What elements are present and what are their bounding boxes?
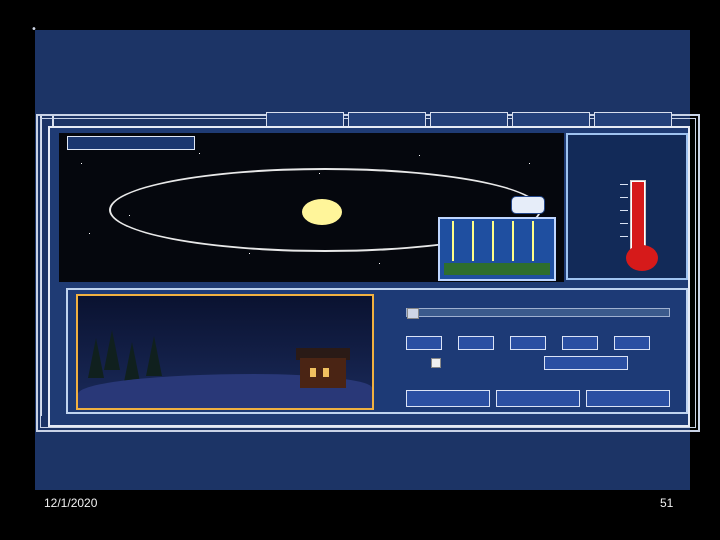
tab-2[interactable]	[348, 112, 426, 126]
star	[419, 155, 420, 156]
tree-icon	[104, 330, 120, 370]
tab-3[interactable]	[430, 112, 508, 126]
option-checkbox[interactable]	[431, 358, 441, 368]
star	[319, 173, 320, 174]
sunlight-label	[444, 263, 550, 275]
season-label	[67, 136, 195, 150]
scale-tick	[620, 210, 628, 211]
scale-tick	[620, 197, 628, 198]
sunray	[492, 221, 494, 261]
star	[89, 233, 90, 234]
scale-tick	[620, 223, 628, 224]
winter-scene	[76, 294, 374, 410]
control-panel	[66, 288, 688, 414]
scale-tick	[620, 236, 628, 237]
tab-bar	[266, 112, 672, 126]
tree-icon	[124, 342, 140, 382]
month-button-1[interactable]	[406, 336, 442, 350]
star	[129, 215, 130, 216]
tab-4[interactable]	[512, 112, 590, 126]
tree-icon	[146, 336, 162, 376]
thermometer-bulb	[626, 245, 658, 271]
star	[199, 153, 200, 154]
tab-5[interactable]	[594, 112, 672, 126]
month-button-3[interactable]	[510, 336, 546, 350]
sun-icon	[302, 199, 342, 225]
answer-button-2[interactable]	[496, 390, 580, 407]
star	[81, 163, 82, 164]
action-button[interactable]	[544, 356, 628, 370]
star	[379, 263, 380, 264]
scale-tick	[620, 184, 628, 185]
star	[529, 163, 530, 164]
tab-1[interactable]	[266, 112, 344, 126]
slide-date: 12/1/2020	[44, 496, 98, 510]
slider-knob[interactable]	[407, 308, 419, 319]
temperature-panel	[566, 133, 688, 280]
sunray	[472, 221, 474, 261]
month-button-4[interactable]	[562, 336, 598, 350]
tree-icon	[88, 338, 104, 378]
cabin-window	[310, 368, 316, 377]
earth-icon[interactable]	[511, 196, 545, 214]
cabin-window	[323, 368, 329, 377]
sunray	[512, 221, 514, 261]
month-button-5[interactable]	[614, 336, 650, 350]
month-button-2[interactable]	[458, 336, 494, 350]
answer-button-1[interactable]	[406, 390, 490, 407]
slide-page-number: 51	[660, 496, 674, 510]
sunray	[452, 221, 454, 261]
sunray	[532, 221, 534, 261]
star	[249, 253, 250, 254]
answer-button-3[interactable]	[586, 390, 670, 407]
sunlight-panel	[438, 217, 556, 281]
inclination-slider[interactable]	[406, 308, 670, 319]
